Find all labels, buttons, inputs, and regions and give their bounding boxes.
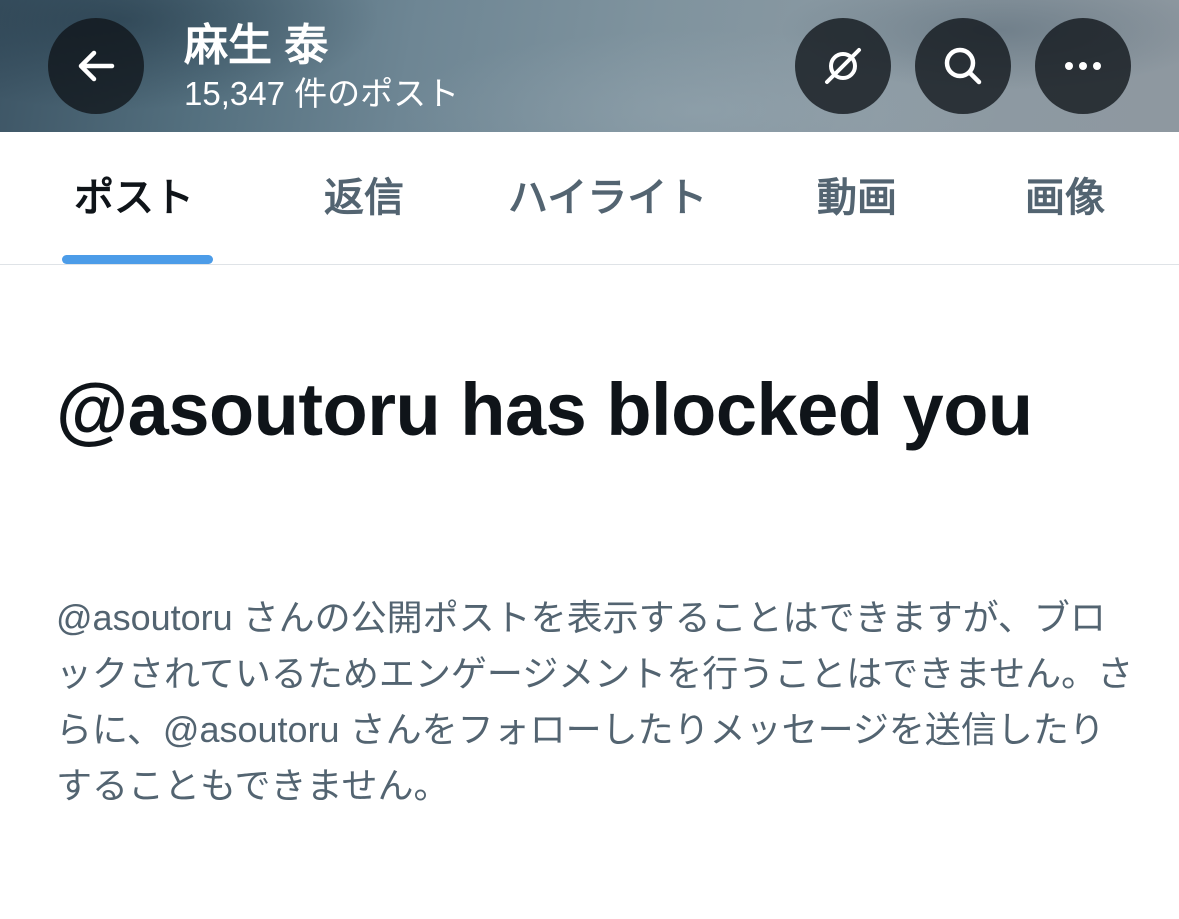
search-button[interactable]	[915, 18, 1011, 114]
tab-posts[interactable]: ポスト	[74, 172, 194, 224]
tab-videos[interactable]: 動画	[817, 172, 897, 224]
post-count: 15,347 件のポスト	[184, 75, 460, 112]
grok-button[interactable]	[795, 18, 891, 114]
tab-highlights[interactable]: ハイライト	[508, 172, 707, 224]
profile-header-banner: 麻生 泰 15,347 件のポスト	[0, 0, 1179, 132]
active-tab-indicator	[62, 255, 213, 264]
profile-tabs: ポスト 返信 ハイライト 動画 画像	[0, 132, 1179, 265]
tab-replies[interactable]: 返信	[324, 172, 404, 224]
blocked-title: @asoutoru has blocked you	[56, 368, 1033, 451]
tab-media[interactable]: 画像	[1025, 172, 1105, 224]
profile-name: 麻生 泰	[184, 21, 329, 70]
blocked-description: @asoutoru さんの公開ポストを表示することはできますが、ブロックされてい…	[56, 597, 1134, 806]
arrow-left-icon	[78, 50, 115, 82]
profile-page: 麻生 泰 15,347 件のポスト ポスト 返信 ハイライト 動画 画像 @as…	[0, 0, 1179, 919]
more-horizontal-icon	[1065, 62, 1101, 70]
satellite-off-icon	[825, 48, 861, 84]
back-button[interactable]	[48, 18, 144, 114]
search-icon	[944, 47, 982, 85]
more-button[interactable]	[1035, 18, 1131, 114]
